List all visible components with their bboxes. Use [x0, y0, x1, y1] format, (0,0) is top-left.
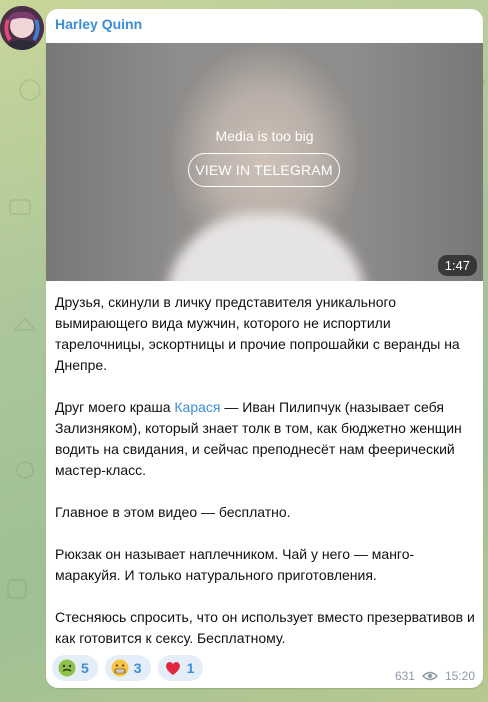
author-name[interactable]: Harley Quinn [55, 16, 142, 32]
video-thumbnail[interactable]: Media is too big VIEW IN TELEGRAM 1:47 [46, 43, 483, 281]
paragraph-3: Главное в этом видео — бесплатно. [55, 504, 291, 520]
paragraph-2: Друг моего краша Карася — Иван Пилипчук … [55, 397, 475, 481]
paragraph-2-start: Друг моего краша [55, 399, 175, 415]
view-in-telegram-button[interactable]: VIEW IN TELEGRAM [188, 153, 340, 187]
reaction-heart[interactable]: 1 [157, 655, 204, 681]
message-bubble: Harley Quinn Media is too big VIEW IN TE… [46, 9, 483, 688]
eye-icon [421, 671, 438, 681]
views-count: 631 [394, 669, 415, 683]
message-time: 15:20 [444, 669, 475, 683]
reactions-bar: 5 3 1 [52, 655, 204, 681]
reaction-count: 5 [81, 660, 89, 676]
avatar[interactable] [0, 6, 44, 50]
paragraph-4: Рюкзак он называет наплечником. Чай у не… [55, 546, 415, 583]
nauseated-face-icon [58, 659, 76, 677]
reaction-nauseated[interactable]: 5 [52, 655, 98, 681]
avatar-image [0, 6, 44, 50]
message-meta: 631 15:20 [395, 669, 475, 683]
paragraph-5: Стесняюсь спросить, что он использует вм… [55, 609, 475, 646]
grimacing-face-icon [111, 659, 129, 677]
red-heart-icon [165, 662, 180, 675]
reaction-count: 1 [186, 660, 195, 676]
message-text: Друзья, скинули в личку представителя ун… [55, 292, 475, 649]
mention-link[interactable]: Карася [174, 399, 220, 415]
reaction-count: 3 [133, 660, 142, 676]
paragraph-1: Друзья, скинули в личку представителя ун… [55, 294, 460, 373]
video-duration-badge: 1:47 [437, 255, 477, 276]
reaction-grimacing[interactable]: 3 [104, 655, 151, 681]
media-too-big-message: Media is too big [215, 128, 314, 144]
